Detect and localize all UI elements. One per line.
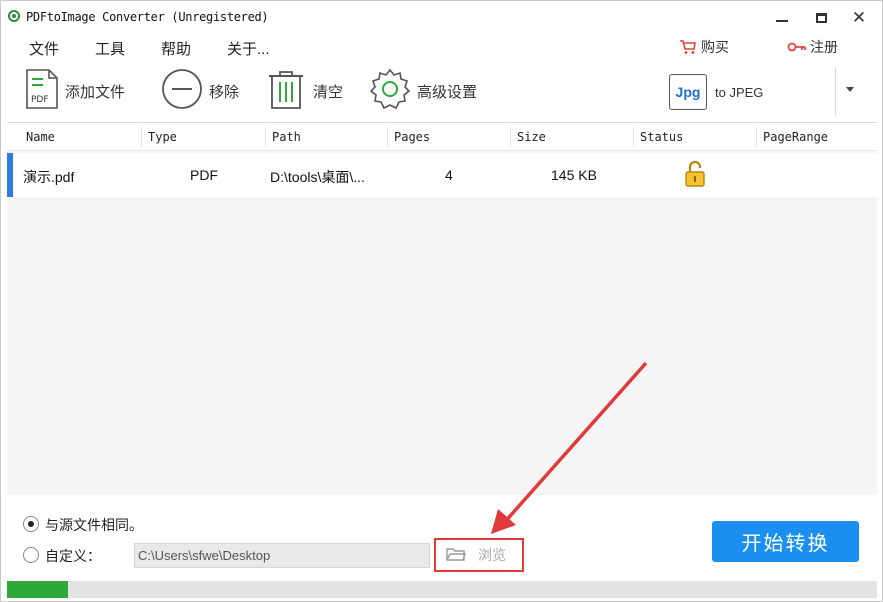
cell-type: PDF bbox=[190, 167, 218, 183]
browse-button[interactable]: 浏览 bbox=[434, 538, 524, 572]
clear-button[interactable]: 清空 bbox=[265, 69, 343, 113]
cell-size: 145 KB bbox=[551, 167, 597, 183]
maximize-icon bbox=[815, 13, 827, 24]
jpg-format-icon: Jpg bbox=[669, 74, 707, 110]
toolbar-divider bbox=[835, 67, 836, 115]
browse-label: 浏览 bbox=[478, 547, 506, 563]
output-path-field[interactable] bbox=[134, 543, 430, 568]
column-divider[interactable] bbox=[633, 127, 634, 147]
app-logo-icon bbox=[8, 10, 20, 22]
same-as-source-label: 与源文件相同。 bbox=[45, 517, 143, 533]
minimize-icon bbox=[776, 20, 788, 23]
column-divider[interactable] bbox=[265, 127, 266, 147]
table-header: Name Type Path Pages Size Status PageRan… bbox=[7, 123, 877, 151]
col-type[interactable]: Type bbox=[148, 130, 177, 144]
file-table: Name Type Path Pages Size Status PageRan… bbox=[7, 122, 877, 495]
close-button[interactable]: ✕ bbox=[848, 7, 870, 29]
col-path[interactable]: Path bbox=[272, 130, 301, 144]
key-icon bbox=[787, 41, 807, 53]
window-title: PDFtoImage Converter (Unregistered) bbox=[26, 10, 269, 24]
column-divider[interactable] bbox=[387, 127, 388, 147]
table-row[interactable]: 演示.pdf PDF D:\tools\桌面\... 4 145 KB bbox=[7, 153, 877, 197]
svg-text:PDF: PDF bbox=[31, 95, 49, 105]
app-window: PDFtoImage Converter (Unregistered) ✕ 文件… bbox=[0, 0, 883, 602]
custom-folder-label: 自定义： bbox=[45, 548, 101, 564]
add-file-label: 添加文件 bbox=[65, 83, 126, 101]
col-pagerange[interactable]: PageRange bbox=[763, 130, 828, 144]
clear-label: 清空 bbox=[313, 83, 344, 101]
minimize-button[interactable] bbox=[771, 7, 793, 29]
menu-bar: 文件 工具 帮助 关于... 购买 注册 bbox=[1, 33, 882, 61]
row-selection-marker bbox=[7, 153, 13, 197]
register-button[interactable]: 注册 bbox=[787, 37, 838, 57]
title-bar: PDFtoImage Converter (Unregistered) ✕ bbox=[1, 1, 882, 33]
folder-icon bbox=[446, 546, 466, 565]
maximize-button[interactable] bbox=[810, 7, 832, 29]
col-name[interactable]: Name bbox=[26, 130, 55, 144]
format-label: to JPEG bbox=[715, 84, 764, 100]
buy-label: 购买 bbox=[701, 39, 729, 55]
lock-open-icon bbox=[684, 160, 706, 188]
column-divider[interactable] bbox=[141, 127, 142, 147]
menu-tools[interactable]: 工具 bbox=[95, 38, 125, 59]
column-divider[interactable] bbox=[756, 127, 757, 147]
advanced-settings-label: 高级设置 bbox=[417, 83, 478, 101]
add-file-button[interactable]: PDF 添加文件 bbox=[25, 69, 125, 113]
chevron-down-icon[interactable] bbox=[846, 87, 854, 92]
start-convert-button[interactable]: 开始转换 bbox=[712, 521, 859, 562]
register-label: 注册 bbox=[810, 39, 838, 55]
gear-icon bbox=[369, 68, 411, 114]
col-pages[interactable]: Pages bbox=[394, 130, 430, 144]
advanced-settings-button[interactable]: 高级设置 bbox=[369, 68, 478, 114]
remove-label: 移除 bbox=[209, 83, 240, 101]
toolbar: PDF 添加文件 移除 清空 高级设置 Jpg to JPEG bbox=[1, 61, 882, 121]
add-pdf-icon: PDF bbox=[25, 68, 59, 114]
menu-file[interactable]: 文件 bbox=[29, 38, 59, 59]
cart-icon bbox=[679, 39, 697, 55]
column-divider[interactable] bbox=[510, 127, 511, 147]
buy-button[interactable]: 购买 bbox=[679, 37, 729, 57]
same-as-source-radio[interactable] bbox=[23, 516, 39, 532]
cell-pages: 4 bbox=[445, 167, 453, 183]
col-status[interactable]: Status bbox=[640, 130, 683, 144]
trash-icon bbox=[265, 68, 307, 114]
col-size[interactable]: Size bbox=[517, 130, 546, 144]
menu-about[interactable]: 关于... bbox=[227, 38, 270, 59]
progress-fill bbox=[7, 581, 68, 598]
remove-icon bbox=[161, 68, 203, 114]
output-format-selector[interactable]: Jpg to JPEG bbox=[669, 74, 763, 110]
progress-bar bbox=[7, 581, 877, 598]
custom-folder-radio[interactable] bbox=[23, 547, 39, 563]
cell-path: D:\tools\桌面\... bbox=[270, 169, 365, 185]
remove-button[interactable]: 移除 bbox=[161, 69, 239, 113]
cell-name: 演示.pdf bbox=[23, 169, 75, 185]
output-options: 与源文件相同。 自定义： 浏览 开始转换 bbox=[1, 496, 882, 581]
menu-help[interactable]: 帮助 bbox=[161, 38, 191, 59]
